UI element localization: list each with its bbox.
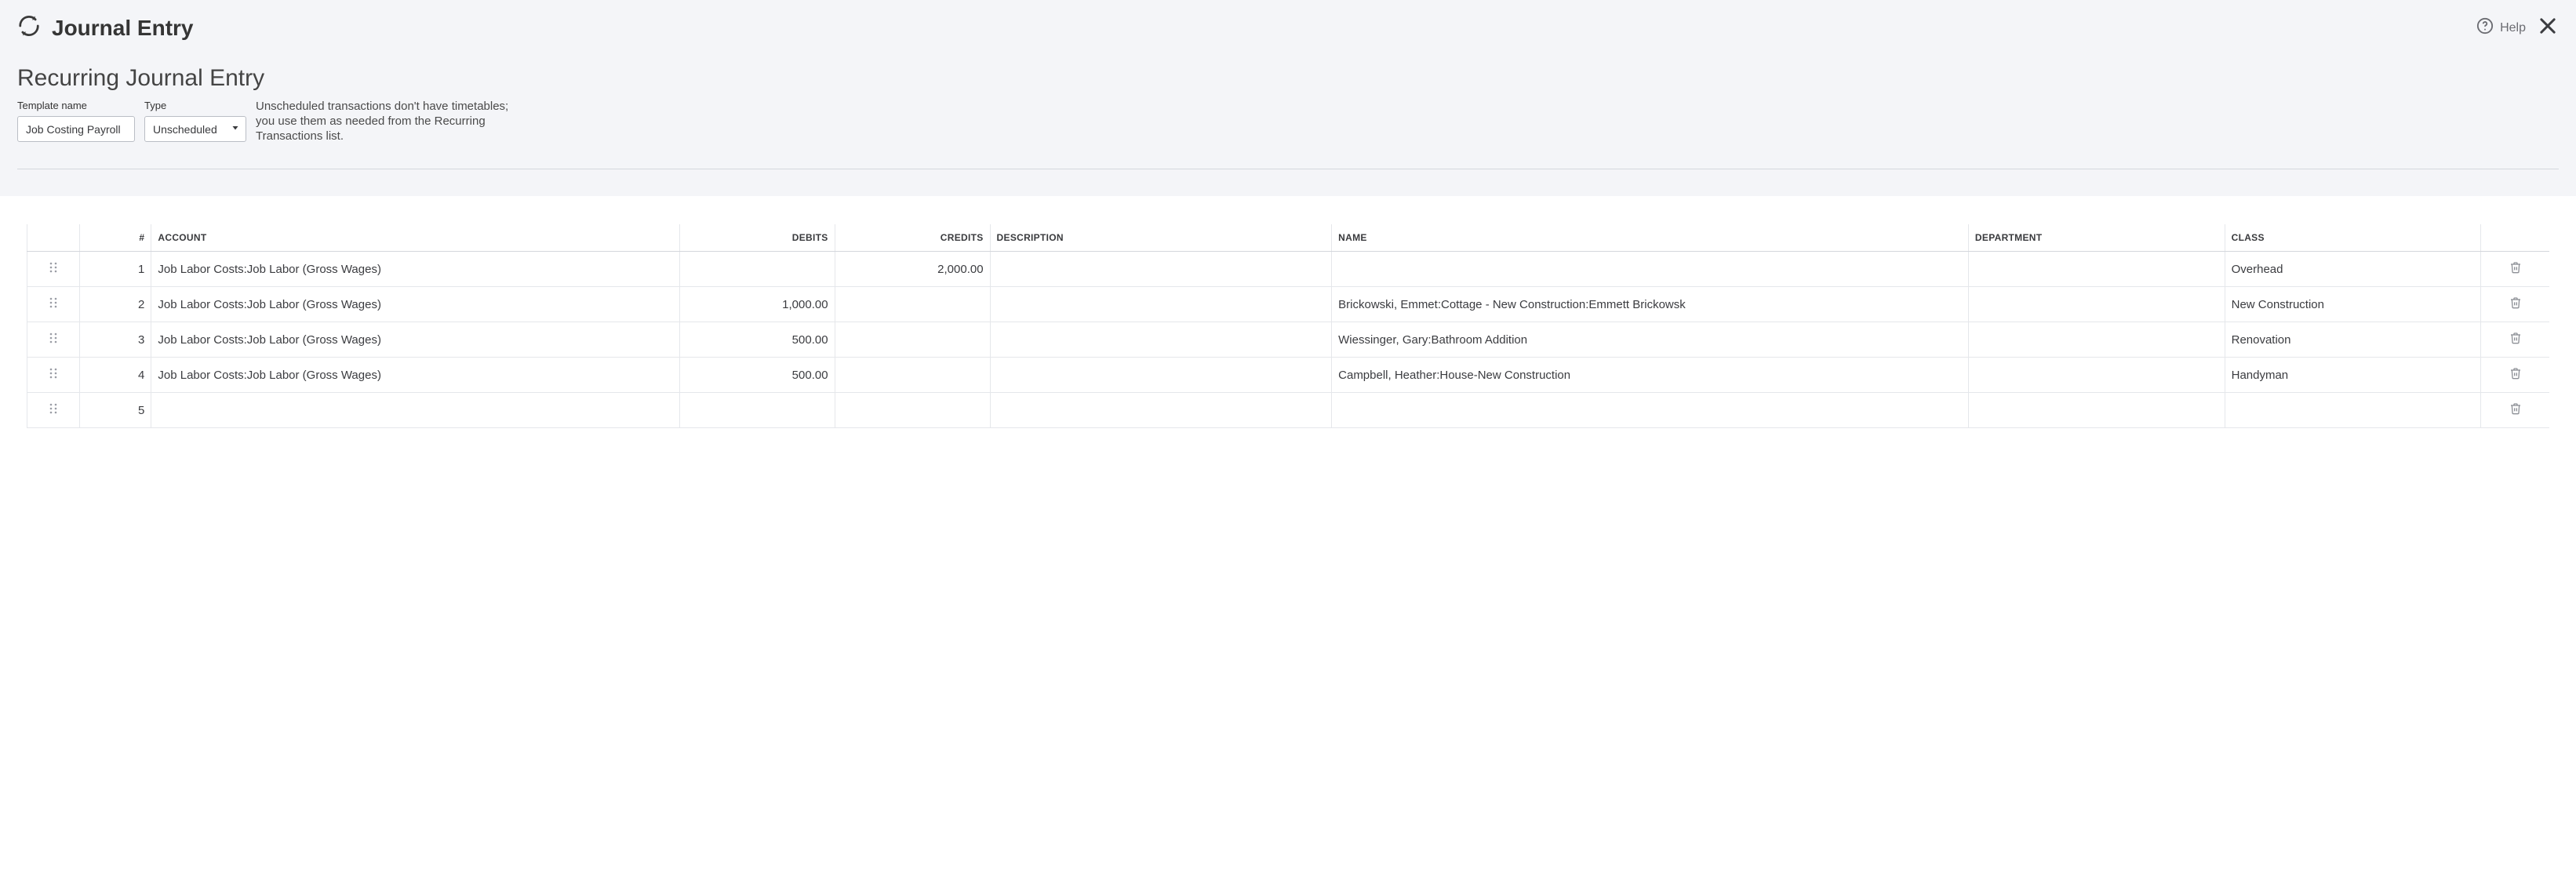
- cell-class[interactable]: Overhead: [2225, 252, 2481, 287]
- drag-handle[interactable]: [27, 287, 80, 322]
- cell-description[interactable]: [990, 252, 1332, 287]
- type-value: Unscheduled: [153, 123, 217, 136]
- cell-description[interactable]: [990, 287, 1332, 322]
- cell-class[interactable]: Handyman: [2225, 358, 2481, 393]
- delete-row-button[interactable]: [2481, 393, 2549, 428]
- cell-debits[interactable]: 1,000.00: [679, 287, 835, 322]
- cell-credits[interactable]: [835, 393, 990, 428]
- recurring-icon: [17, 14, 41, 42]
- cell-description[interactable]: [990, 358, 1332, 393]
- journal-lines-table: # ACCOUNT DEBITS CREDITS DESCRIPTION NAM…: [27, 224, 2549, 428]
- cell-num[interactable]: 3: [80, 322, 151, 358]
- template-name-label: Template name: [17, 100, 135, 111]
- cell-account[interactable]: Job Labor Costs:Job Labor (Gross Wages): [151, 252, 679, 287]
- trash-icon: [2509, 299, 2522, 312]
- cell-debits[interactable]: [679, 393, 835, 428]
- table-row[interactable]: 3Job Labor Costs:Job Labor (Gross Wages)…: [27, 322, 2550, 358]
- cell-credits[interactable]: [835, 287, 990, 322]
- cell-class[interactable]: [2225, 393, 2481, 428]
- grip-icon: [49, 333, 58, 347]
- help-icon: [2476, 17, 2494, 38]
- trash-icon: [2509, 405, 2522, 418]
- col-grip: [27, 224, 80, 252]
- delete-row-button[interactable]: [2481, 287, 2549, 322]
- close-button[interactable]: [2537, 15, 2559, 41]
- table-row[interactable]: 4Job Labor Costs:Job Labor (Gross Wages)…: [27, 358, 2550, 393]
- grip-icon: [49, 298, 58, 311]
- cell-debits[interactable]: 500.00: [679, 322, 835, 358]
- table-row[interactable]: 5: [27, 393, 2550, 428]
- cell-num[interactable]: 5: [80, 393, 151, 428]
- cell-department[interactable]: [1968, 252, 2225, 287]
- cell-name[interactable]: Campbell, Heather:House-New Construction: [1332, 358, 1969, 393]
- cell-account[interactable]: [151, 393, 679, 428]
- cell-credits[interactable]: 2,000.00: [835, 252, 990, 287]
- col-name: NAME: [1332, 224, 1969, 252]
- cell-department[interactable]: [1968, 393, 2225, 428]
- grip-icon: [49, 369, 58, 382]
- col-account: ACCOUNT: [151, 224, 679, 252]
- cell-debits[interactable]: [679, 252, 835, 287]
- cell-description[interactable]: [990, 322, 1332, 358]
- cell-class[interactable]: Renovation: [2225, 322, 2481, 358]
- cell-department[interactable]: [1968, 358, 2225, 393]
- section-title: Recurring Journal Entry: [17, 65, 2559, 92]
- type-label: Type: [144, 100, 246, 111]
- col-credits: CREDITS: [835, 224, 990, 252]
- col-department: DEPARTMENT: [1968, 224, 2225, 252]
- drag-handle[interactable]: [27, 252, 80, 287]
- cell-class[interactable]: New Construction: [2225, 287, 2481, 322]
- drag-handle[interactable]: [27, 358, 80, 393]
- cell-department[interactable]: [1968, 322, 2225, 358]
- col-trash: [2481, 224, 2549, 252]
- delete-row-button[interactable]: [2481, 322, 2549, 358]
- close-icon: [2537, 15, 2559, 41]
- table-row[interactable]: 1Job Labor Costs:Job Labor (Gross Wages)…: [27, 252, 2550, 287]
- cell-name[interactable]: Brickowski, Emmet:Cottage - New Construc…: [1332, 287, 1969, 322]
- cell-num[interactable]: 4: [80, 358, 151, 393]
- cell-department[interactable]: [1968, 287, 2225, 322]
- help-label: Help: [2500, 21, 2526, 35]
- cell-name[interactable]: [1332, 393, 1969, 428]
- col-class: CLASS: [2225, 224, 2481, 252]
- col-num: #: [80, 224, 151, 252]
- type-select[interactable]: Unscheduled: [144, 116, 246, 142]
- help-link[interactable]: Help: [2476, 17, 2526, 38]
- cell-credits[interactable]: [835, 358, 990, 393]
- trash-icon: [2509, 369, 2522, 383]
- cell-account[interactable]: Job Labor Costs:Job Labor (Gross Wages): [151, 358, 679, 393]
- cell-account[interactable]: Job Labor Costs:Job Labor (Gross Wages): [151, 322, 679, 358]
- cell-credits[interactable]: [835, 322, 990, 358]
- page-title: Journal Entry: [52, 16, 193, 41]
- cell-name[interactable]: [1332, 252, 1969, 287]
- cell-account[interactable]: Job Labor Costs:Job Labor (Gross Wages): [151, 287, 679, 322]
- col-debits: DEBITS: [679, 224, 835, 252]
- template-name-input[interactable]: [17, 116, 135, 142]
- cell-name[interactable]: Wiessinger, Gary:Bathroom Addition: [1332, 322, 1969, 358]
- cell-num[interactable]: 2: [80, 287, 151, 322]
- table-row[interactable]: 2Job Labor Costs:Job Labor (Gross Wages)…: [27, 287, 2550, 322]
- col-description: DESCRIPTION: [990, 224, 1332, 252]
- cell-debits[interactable]: 500.00: [679, 358, 835, 393]
- trash-icon: [2509, 263, 2522, 277]
- grip-icon: [49, 404, 58, 417]
- delete-row-button[interactable]: [2481, 358, 2549, 393]
- drag-handle[interactable]: [27, 393, 80, 428]
- delete-row-button[interactable]: [2481, 252, 2549, 287]
- trash-icon: [2509, 334, 2522, 347]
- cell-num[interactable]: 1: [80, 252, 151, 287]
- type-hint: Unscheduled transactions don't have time…: [256, 100, 515, 145]
- drag-handle[interactable]: [27, 322, 80, 358]
- grip-icon: [49, 263, 58, 276]
- cell-description[interactable]: [990, 393, 1332, 428]
